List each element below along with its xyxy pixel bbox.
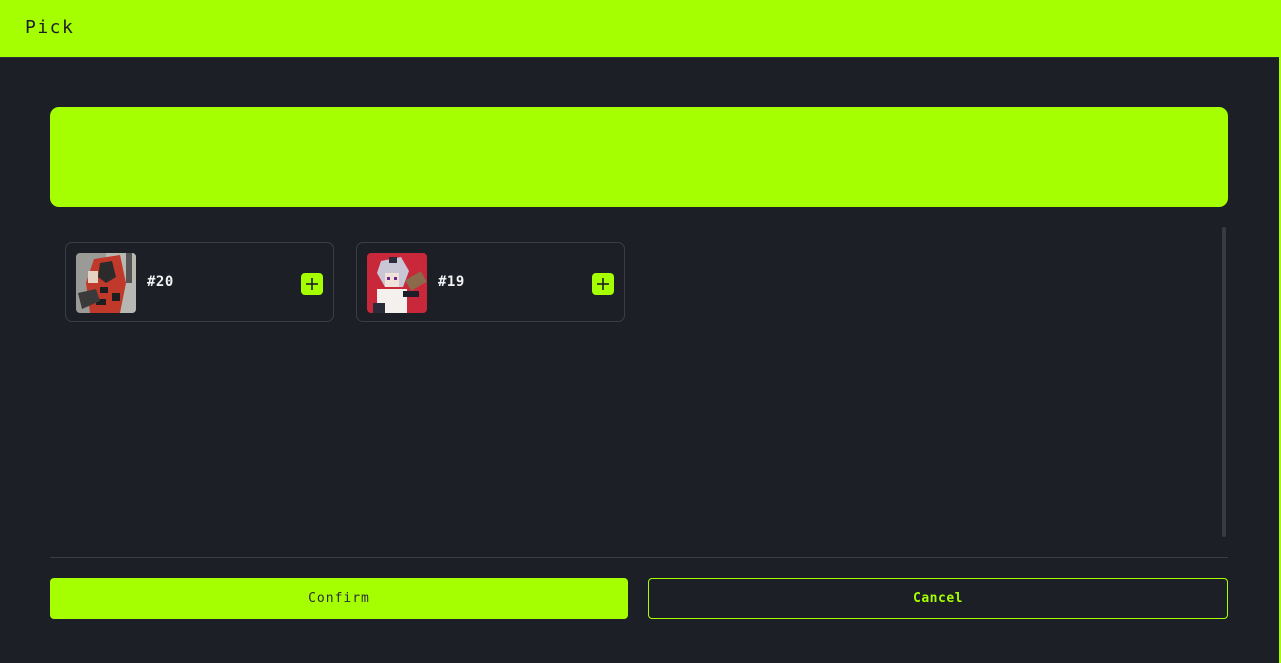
dialog-header: Pick	[0, 0, 1279, 58]
plus-icon	[597, 278, 609, 290]
pick-dialog: Pick #20 #19 Confirm Cancel	[0, 0, 1281, 663]
confirm-button[interactable]: Confirm	[50, 578, 628, 619]
cancel-button[interactable]: Cancel	[648, 578, 1228, 619]
nft-avatar-icon	[76, 253, 136, 313]
plus-icon	[306, 278, 318, 290]
scrollbar[interactable]	[1222, 227, 1226, 537]
item-label: #20	[147, 274, 174, 290]
add-button[interactable]	[301, 273, 323, 295]
banner	[50, 107, 1228, 207]
add-button[interactable]	[592, 273, 614, 295]
nft-avatar-icon	[367, 253, 427, 313]
list-item[interactable]: #19	[356, 242, 625, 322]
dialog-title: Pick	[25, 17, 75, 38]
item-label: #19	[438, 274, 465, 290]
list-item[interactable]: #20	[65, 242, 334, 322]
item-list: #20 #19	[50, 227, 1228, 537]
footer-divider	[50, 557, 1228, 558]
